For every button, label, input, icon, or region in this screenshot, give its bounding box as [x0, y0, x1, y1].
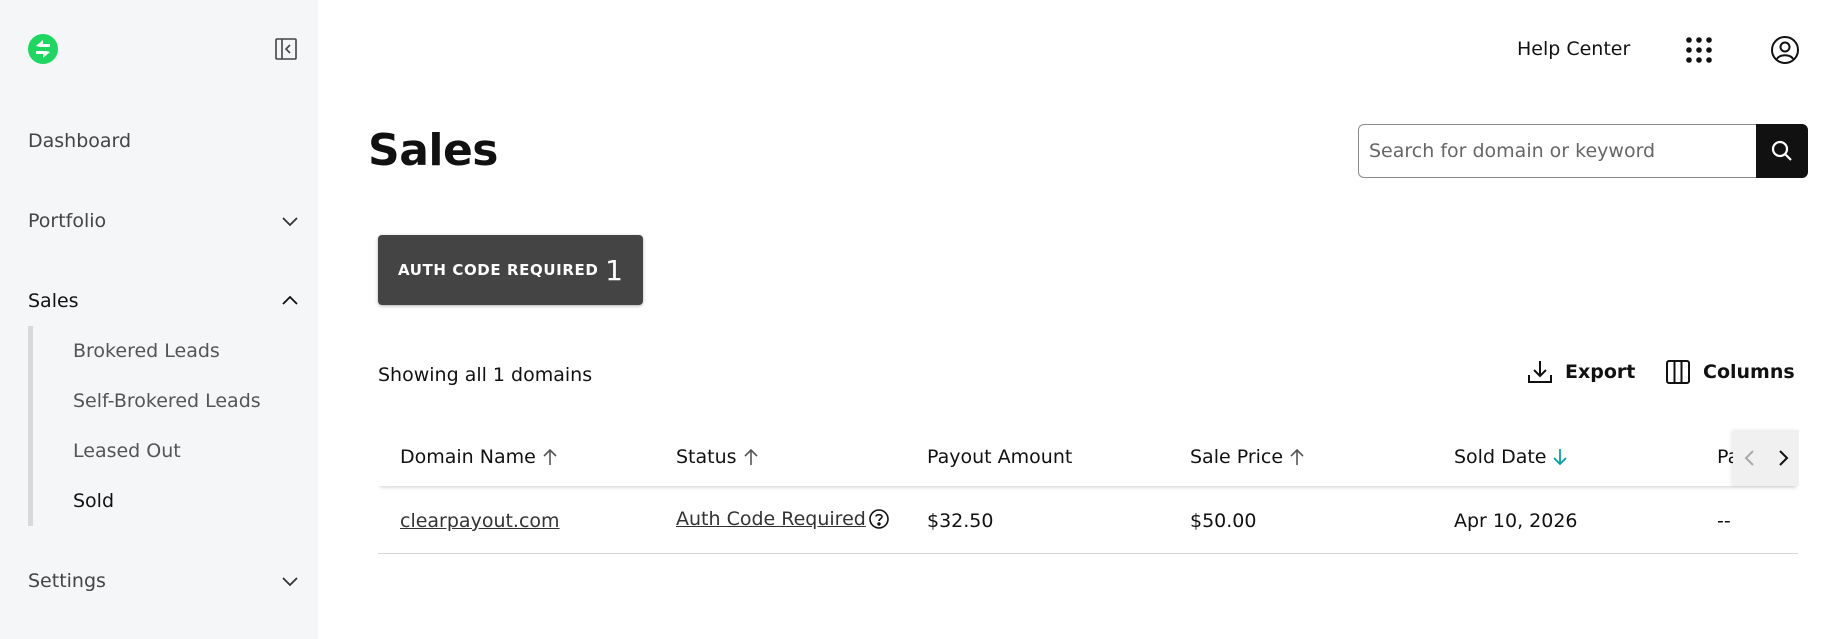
domain-link[interactable]: clearpayout.com — [400, 510, 560, 532]
sidebar-item-dashboard[interactable]: Dashboard — [28, 121, 300, 161]
column-header-status[interactable]: Status — [676, 446, 759, 468]
chevron-right-icon[interactable] — [1772, 447, 1794, 469]
sidebar-item-label: Sales — [28, 290, 79, 312]
chevron-down-icon — [282, 217, 298, 227]
sidebar-subitem-self-brokered-leads[interactable]: Self-Brokered Leads — [73, 390, 261, 412]
chevron-down-icon — [282, 577, 298, 587]
export-label: Export — [1565, 361, 1636, 383]
sale-price-cell: $50.00 — [1190, 510, 1257, 532]
sidebar-item-sales[interactable]: Sales — [28, 281, 300, 321]
chevron-left-icon[interactable] — [1739, 447, 1761, 469]
payment-cell: -- — [1717, 510, 1731, 532]
table-scroll-controls — [1733, 430, 1799, 486]
search-bar — [1358, 124, 1808, 178]
table-header: Domain Name Status Payout Amount Sale Pr… — [378, 430, 1798, 486]
apps-grid-icon[interactable] — [1685, 36, 1713, 64]
table-row: clearpayout.com Auth Code Required $32.5… — [378, 486, 1798, 554]
sidebar: Dashboard Portfolio Sales Brokered Leads… — [0, 0, 318, 639]
sidebar-subitem-sold[interactable]: Sold — [73, 490, 114, 512]
status-cell: Auth Code Required — [676, 508, 890, 530]
filter-chip-label: AUTH CODE REQUIRED — [398, 261, 599, 279]
filter-chip-count: 1 — [605, 253, 623, 287]
help-center-link[interactable]: Help Center — [1517, 38, 1630, 60]
arrow-up-icon — [743, 448, 758, 465]
column-header-domain-name[interactable]: Domain Name — [400, 446, 558, 468]
results-count: Showing all 1 domains — [378, 364, 593, 386]
sales-table: Domain Name Status Payout Amount Sale Pr… — [378, 430, 1798, 555]
sidebar-item-label: Dashboard — [28, 130, 132, 152]
column-header-sale-price[interactable]: Sale Price — [1190, 446, 1305, 468]
download-icon — [1528, 361, 1552, 383]
columns-label: Columns — [1703, 361, 1795, 383]
column-header-payout-amount[interactable]: Payout Amount — [927, 446, 1072, 468]
arrow-up-icon — [543, 448, 557, 465]
page-title: Sales — [368, 125, 499, 176]
account-icon[interactable] — [1770, 35, 1800, 65]
sidebar-subitem-brokered-leads[interactable]: Brokered Leads — [73, 340, 220, 362]
help-circle-icon[interactable] — [868, 508, 890, 530]
sidebar-item-portfolio[interactable]: Portfolio — [28, 201, 300, 241]
chevron-up-icon — [282, 295, 298, 305]
sold-date-cell: Apr 10, 2026 — [1454, 510, 1578, 532]
search-icon — [1772, 140, 1792, 161]
arrow-down-icon — [1553, 449, 1568, 466]
payout-amount-cell: $32.50 — [927, 510, 994, 532]
search-button[interactable] — [1756, 124, 1808, 178]
column-header-sold-date[interactable]: Sold Date — [1454, 446, 1568, 468]
sidebar-item-label: Settings — [28, 570, 106, 592]
sidebar-item-settings[interactable]: Settings — [28, 561, 300, 601]
auth-code-required-filter[interactable]: AUTH CODE REQUIRED 1 — [378, 235, 643, 305]
arrow-up-icon — [1290, 448, 1304, 465]
status-link[interactable]: Auth Code Required — [676, 508, 866, 530]
sidebar-item-label: Portfolio — [28, 210, 107, 232]
export-button[interactable]: Export — [1527, 359, 1635, 385]
sales-subnav: Brokered Leads Self-Brokered Leads Lease… — [28, 326, 300, 526]
columns-button[interactable]: Columns — [1665, 359, 1795, 385]
logo-icon[interactable] — [27, 33, 59, 65]
collapse-sidebar-icon[interactable] — [274, 37, 298, 61]
columns-icon — [1666, 360, 1690, 384]
sidebar-subitem-leased-out[interactable]: Leased Out — [73, 440, 181, 462]
search-input[interactable] — [1358, 124, 1757, 178]
